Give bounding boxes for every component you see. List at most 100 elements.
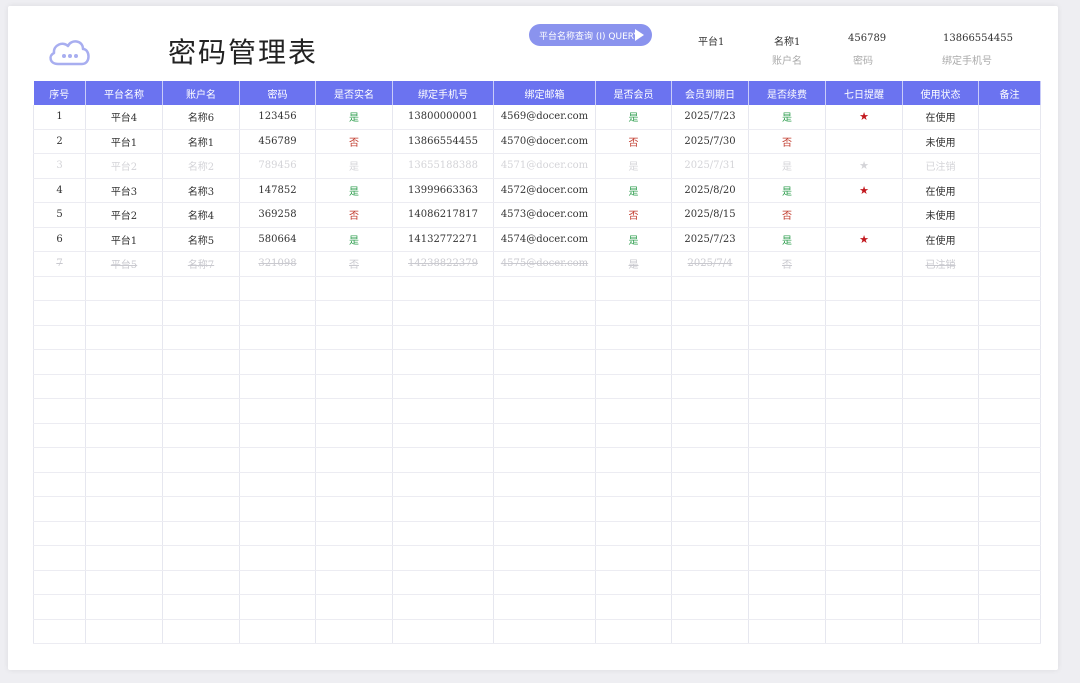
cell-password[interactable]: 369258: [239, 202, 316, 228]
empty-cell[interactable]: [825, 276, 903, 301]
empty-row[interactable]: [33, 545, 1041, 571]
empty-row[interactable]: [33, 276, 1041, 301]
empty-cell[interactable]: [748, 447, 826, 473]
empty-cell[interactable]: [671, 447, 749, 473]
empty-cell[interactable]: [162, 521, 240, 546]
empty-cell[interactable]: [978, 276, 1041, 301]
empty-cell[interactable]: [825, 594, 903, 620]
table-row[interactable]: 4 平台3 名称3 147852 是 13999663363 4572@docer.com 是…: [33, 178, 1041, 203]
cell-platform[interactable]: 平台3: [85, 178, 163, 203]
empty-cell[interactable]: [978, 398, 1041, 424]
cell-email[interactable]: 4575@docer.com: [493, 251, 596, 277]
empty-cell[interactable]: [392, 472, 494, 497]
cell-status[interactable]: 未使用: [902, 129, 979, 154]
empty-cell[interactable]: [595, 423, 672, 448]
empty-cell[interactable]: [315, 496, 393, 522]
empty-cell[interactable]: [978, 423, 1041, 448]
empty-cell[interactable]: [239, 545, 316, 571]
empty-cell[interactable]: [825, 496, 903, 522]
empty-cell[interactable]: [748, 545, 826, 571]
empty-cell[interactable]: [978, 545, 1041, 571]
empty-cell[interactable]: [671, 300, 749, 326]
cell-phone[interactable]: 13999663363: [392, 178, 494, 203]
empty-cell[interactable]: [315, 472, 393, 497]
empty-cell[interactable]: [902, 398, 979, 424]
empty-cell[interactable]: [315, 447, 393, 473]
criteria-phone-value[interactable]: 13866554455: [943, 33, 1013, 44]
empty-cell[interactable]: [902, 300, 979, 326]
empty-cell[interactable]: [162, 594, 240, 620]
empty-cell[interactable]: [392, 570, 494, 595]
cell-status[interactable]: 在使用: [902, 178, 979, 203]
empty-cell[interactable]: [33, 619, 86, 644]
empty-cell[interactable]: [671, 423, 749, 448]
empty-cell[interactable]: [392, 349, 494, 375]
cell-platform[interactable]: 平台1: [85, 227, 163, 252]
empty-cell[interactable]: [825, 300, 903, 326]
empty-cell[interactable]: [902, 325, 979, 350]
empty-cell[interactable]: [162, 300, 240, 326]
empty-cell[interactable]: [239, 472, 316, 497]
empty-cell[interactable]: [978, 374, 1041, 399]
empty-cell[interactable]: [85, 423, 163, 448]
cell-platform[interactable]: 平台4: [85, 105, 163, 130]
empty-cell[interactable]: [162, 496, 240, 522]
empty-cell[interactable]: [392, 496, 494, 522]
empty-cell[interactable]: [85, 594, 163, 620]
empty-cell[interactable]: [85, 349, 163, 375]
col-header-email[interactable]: 绑定邮箱: [493, 81, 596, 105]
col-header-phone[interactable]: 绑定手机号: [392, 81, 494, 105]
empty-row[interactable]: [33, 472, 1041, 497]
empty-cell[interactable]: [315, 300, 393, 326]
criteria-password-value[interactable]: 456789: [848, 33, 886, 44]
empty-row[interactable]: [33, 374, 1041, 399]
empty-cell[interactable]: [493, 472, 596, 497]
empty-cell[interactable]: [162, 472, 240, 497]
empty-cell[interactable]: [825, 619, 903, 644]
empty-cell[interactable]: [595, 447, 672, 473]
cell-password[interactable]: 456789: [239, 129, 316, 154]
col-header-password[interactable]: 密码: [239, 81, 316, 105]
empty-cell[interactable]: [825, 374, 903, 399]
table-row[interactable]: 3 平台2 名称2 789456 是 13655188388 4571@docer.com 是…: [33, 153, 1041, 179]
empty-cell[interactable]: [595, 300, 672, 326]
criteria-account-value[interactable]: 名称1: [774, 33, 800, 48]
empty-cell[interactable]: [85, 374, 163, 399]
cell-index[interactable]: 7: [33, 251, 86, 277]
cell-renew[interactable]: 否: [748, 129, 826, 154]
cell-verified[interactable]: 是: [315, 227, 393, 252]
empty-cell[interactable]: [748, 472, 826, 497]
empty-cell[interactable]: [239, 276, 316, 301]
cell-account[interactable]: 名称4: [162, 202, 240, 228]
empty-cell[interactable]: [595, 276, 672, 301]
empty-cell[interactable]: [825, 447, 903, 473]
cell-member[interactable]: 是: [595, 105, 672, 130]
empty-cell[interactable]: [315, 570, 393, 595]
cell-notes[interactable]: [978, 202, 1041, 228]
empty-cell[interactable]: [902, 423, 979, 448]
empty-cell[interactable]: [671, 374, 749, 399]
criteria-platform-value[interactable]: 平台1: [698, 33, 724, 48]
empty-cell[interactable]: [595, 472, 672, 497]
empty-row[interactable]: [33, 300, 1041, 326]
cell-account[interactable]: 名称1: [162, 129, 240, 154]
empty-cell[interactable]: [978, 300, 1041, 326]
cell-notes[interactable]: [978, 105, 1041, 130]
empty-row[interactable]: [33, 447, 1041, 473]
cell-expiry[interactable]: 2025/8/20: [671, 178, 749, 203]
empty-cell[interactable]: [748, 325, 826, 350]
table-row[interactable]: 1 平台4 名称6 123456 是 13800000001 4569@docer.com 是…: [33, 105, 1041, 130]
empty-cell[interactable]: [85, 521, 163, 546]
cell-expiry[interactable]: 2025/7/30: [671, 129, 749, 154]
cell-index[interactable]: 3: [33, 153, 86, 179]
col-header-member[interactable]: 是否会员: [595, 81, 672, 105]
empty-cell[interactable]: [392, 545, 494, 571]
cell-status[interactable]: 在使用: [902, 105, 979, 130]
cell-expiry[interactable]: 2025/7/4: [671, 251, 749, 277]
empty-cell[interactable]: [671, 276, 749, 301]
cell-index[interactable]: 5: [33, 202, 86, 228]
cell-verified[interactable]: 否: [315, 251, 393, 277]
empty-cell[interactable]: [392, 325, 494, 350]
cell-expiry[interactable]: 2025/7/23: [671, 227, 749, 252]
empty-cell[interactable]: [315, 521, 393, 546]
